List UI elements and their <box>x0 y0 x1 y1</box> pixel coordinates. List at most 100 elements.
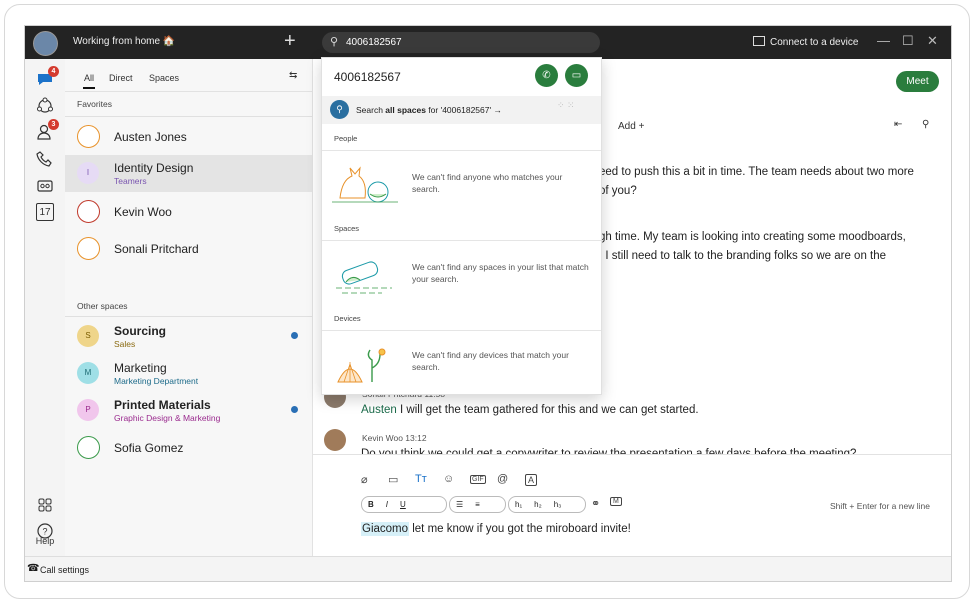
video-call-button[interactable]: ▭ <box>565 64 588 87</box>
format-text-icon[interactable]: Tт <box>415 473 427 485</box>
composer: ⌀ ▭ Tт ☺ GIF @ A BIU ☰ ≡ h₁ h₂ h₃ ⚭ M Shift… <box>313 454 951 557</box>
bullet-list-button[interactable]: ☰ <box>450 497 469 512</box>
search-dropdown: 4006182567 ✆ ▭ ⚲ Search all spaces for '… <box>321 57 602 395</box>
help-label: Help <box>35 536 55 546</box>
paw-icon: ⁘ ⁙ <box>557 100 575 110</box>
divider <box>322 150 601 151</box>
connect-device-button[interactable]: Connect to a device <box>753 36 858 48</box>
list-item-identity-design[interactable]: I Identity Design Teamers <box>65 155 312 192</box>
list-item-marketing[interactable]: M Marketing Marketing Department <box>65 355 312 392</box>
avatar <box>77 237 100 260</box>
list-item-kevin-woo[interactable]: Kevin Woo <box>65 193 312 230</box>
heading1-button[interactable]: h₁ <box>509 497 528 512</box>
list-item-sonali-pritchard[interactable]: Sonali Pritchard <box>65 230 312 267</box>
search-input[interactable]: ⚲ 4006182567 <box>322 32 600 53</box>
dial-number: 4006182567 <box>334 70 401 84</box>
divider <box>65 316 312 317</box>
message-meta: Kevin Woo 13:12 <box>362 433 427 443</box>
avatar: S <box>77 325 99 347</box>
spaces-empty-message: We can't find any spaces in your list th… <box>412 262 589 284</box>
list-item-sub: Graphic Design & Marketing <box>114 413 221 423</box>
avatar: P <box>77 399 99 421</box>
message-body: I will get the team gathered for this an… <box>396 404 699 416</box>
list-item-name: Marketing <box>114 361 167 375</box>
list-item-name: Sonali Pritchard <box>114 242 199 256</box>
unread-dot <box>291 332 298 339</box>
close-icon[interactable]: ✕ <box>927 33 938 49</box>
connect-device-label: Connect to a device <box>770 37 859 48</box>
tab-direct[interactable]: Direct <box>109 73 133 83</box>
search-conversation-icon[interactable]: ⚲ <box>922 119 929 130</box>
mention[interactable]: Giacomo <box>361 522 410 536</box>
avatar <box>77 125 100 148</box>
audio-call-button[interactable]: ✆ <box>535 64 558 87</box>
draft-text: let me know if you got the miroboard inv… <box>409 523 631 535</box>
maximize-icon[interactable]: ☐ <box>902 33 914 49</box>
call-settings-icon[interactable]: ☎ <box>27 563 39 574</box>
devices-illustration-icon <box>337 348 386 383</box>
messages-badge: 4 <box>48 66 59 77</box>
list-item-sub: Teamers <box>114 176 147 186</box>
message-text: Do you think we could get a copywriter t… <box>361 448 857 454</box>
mention[interactable]: Austen <box>361 404 397 416</box>
message-fragment: gh time. My team is looking into creatin… <box>599 231 906 243</box>
message-fragment: . I still need to talk to the branding f… <box>599 250 887 262</box>
teams-icon[interactable] <box>35 96 55 116</box>
list-item-name: Austen Jones <box>114 130 187 144</box>
numbered-list-button[interactable]: ≡ <box>469 497 486 512</box>
calls-icon[interactable] <box>35 149 55 169</box>
unread-dot <box>291 406 298 413</box>
list-item-name: Sofia Gomez <box>114 441 184 455</box>
minimize-icon[interactable]: — <box>877 33 890 48</box>
apps-grid-icon[interactable] <box>35 495 55 515</box>
newline-hint: Shift + Enter for a new line <box>830 501 930 511</box>
list-item-austen-jones[interactable]: Austen Jones <box>65 118 312 155</box>
meet-button[interactable]: Meet <box>896 71 939 92</box>
add-tab-button[interactable]: Add + <box>618 121 644 132</box>
underline-button[interactable]: U <box>394 497 412 512</box>
message-fragment: of you? <box>599 185 637 197</box>
people-empty-message: We can't find anyone who matches your se… <box>412 172 563 194</box>
list-group: ☰ ≡ <box>449 496 506 513</box>
call-settings-label[interactable]: Call settings <box>40 565 89 575</box>
list-item-sofia-gomez[interactable]: Sofia Gomez <box>65 429 312 466</box>
emoji-icon[interactable]: ☺ <box>443 473 454 485</box>
markdown-icon[interactable]: M <box>610 497 622 506</box>
divider <box>322 330 601 331</box>
gif-icon[interactable]: GIF <box>470 475 486 484</box>
search-all-spaces[interactable]: ⚲ Search all spaces for '4006182567' → ⁘… <box>322 96 601 124</box>
cast-icon <box>753 36 765 46</box>
message-input[interactable]: Giacomo let me know if you got the mirob… <box>361 522 631 536</box>
divider <box>65 116 312 117</box>
mention-icon[interactable]: @ <box>497 473 508 485</box>
search-icon: ⚲ <box>330 36 339 48</box>
heading3-button[interactable]: h₃ <box>548 497 568 512</box>
user-avatar[interactable] <box>33 31 58 56</box>
italic-button[interactable]: I <box>380 497 394 512</box>
voicemail-icon[interactable] <box>35 176 55 196</box>
heading2-button[interactable]: h₂ <box>528 497 548 512</box>
spaces-illustration-icon <box>336 261 392 294</box>
text-style-group: BIU <box>361 496 447 513</box>
whiteboard-icon[interactable]: A <box>525 474 538 486</box>
avatar <box>77 200 100 223</box>
status-message[interactable]: Working from home 🏠 <box>73 36 175 47</box>
list-item-printed-materials[interactable]: P Printed Materials Graphic Design & Mar… <box>65 392 312 429</box>
attach-icon[interactable]: ⌀ <box>361 473 368 486</box>
share-icon[interactable]: ⇤ <box>894 119 902 130</box>
devices-empty-message: We can't find any devices that match you… <box>412 350 569 372</box>
bold-button[interactable]: B <box>362 497 380 512</box>
new-plus-icon[interactable]: + <box>284 30 296 52</box>
search-icon: ⚲ <box>330 100 349 119</box>
list-item-sourcing[interactable]: S Sourcing Sales <box>65 318 312 355</box>
nav-rail: 4 3 17 ? Help <box>25 59 66 556</box>
avatar <box>324 429 346 451</box>
screenshot-icon[interactable]: ▭ <box>388 473 398 486</box>
tab-spaces[interactable]: Spaces <box>149 73 179 83</box>
link-icon[interactable]: ⚭ <box>591 497 600 510</box>
people-header: People <box>334 134 358 143</box>
calendar-icon[interactable]: 17 <box>36 203 54 221</box>
tab-all[interactable]: All <box>82 73 96 89</box>
filter-icon[interactable]: ⇆ <box>289 70 297 81</box>
divider <box>322 240 601 241</box>
